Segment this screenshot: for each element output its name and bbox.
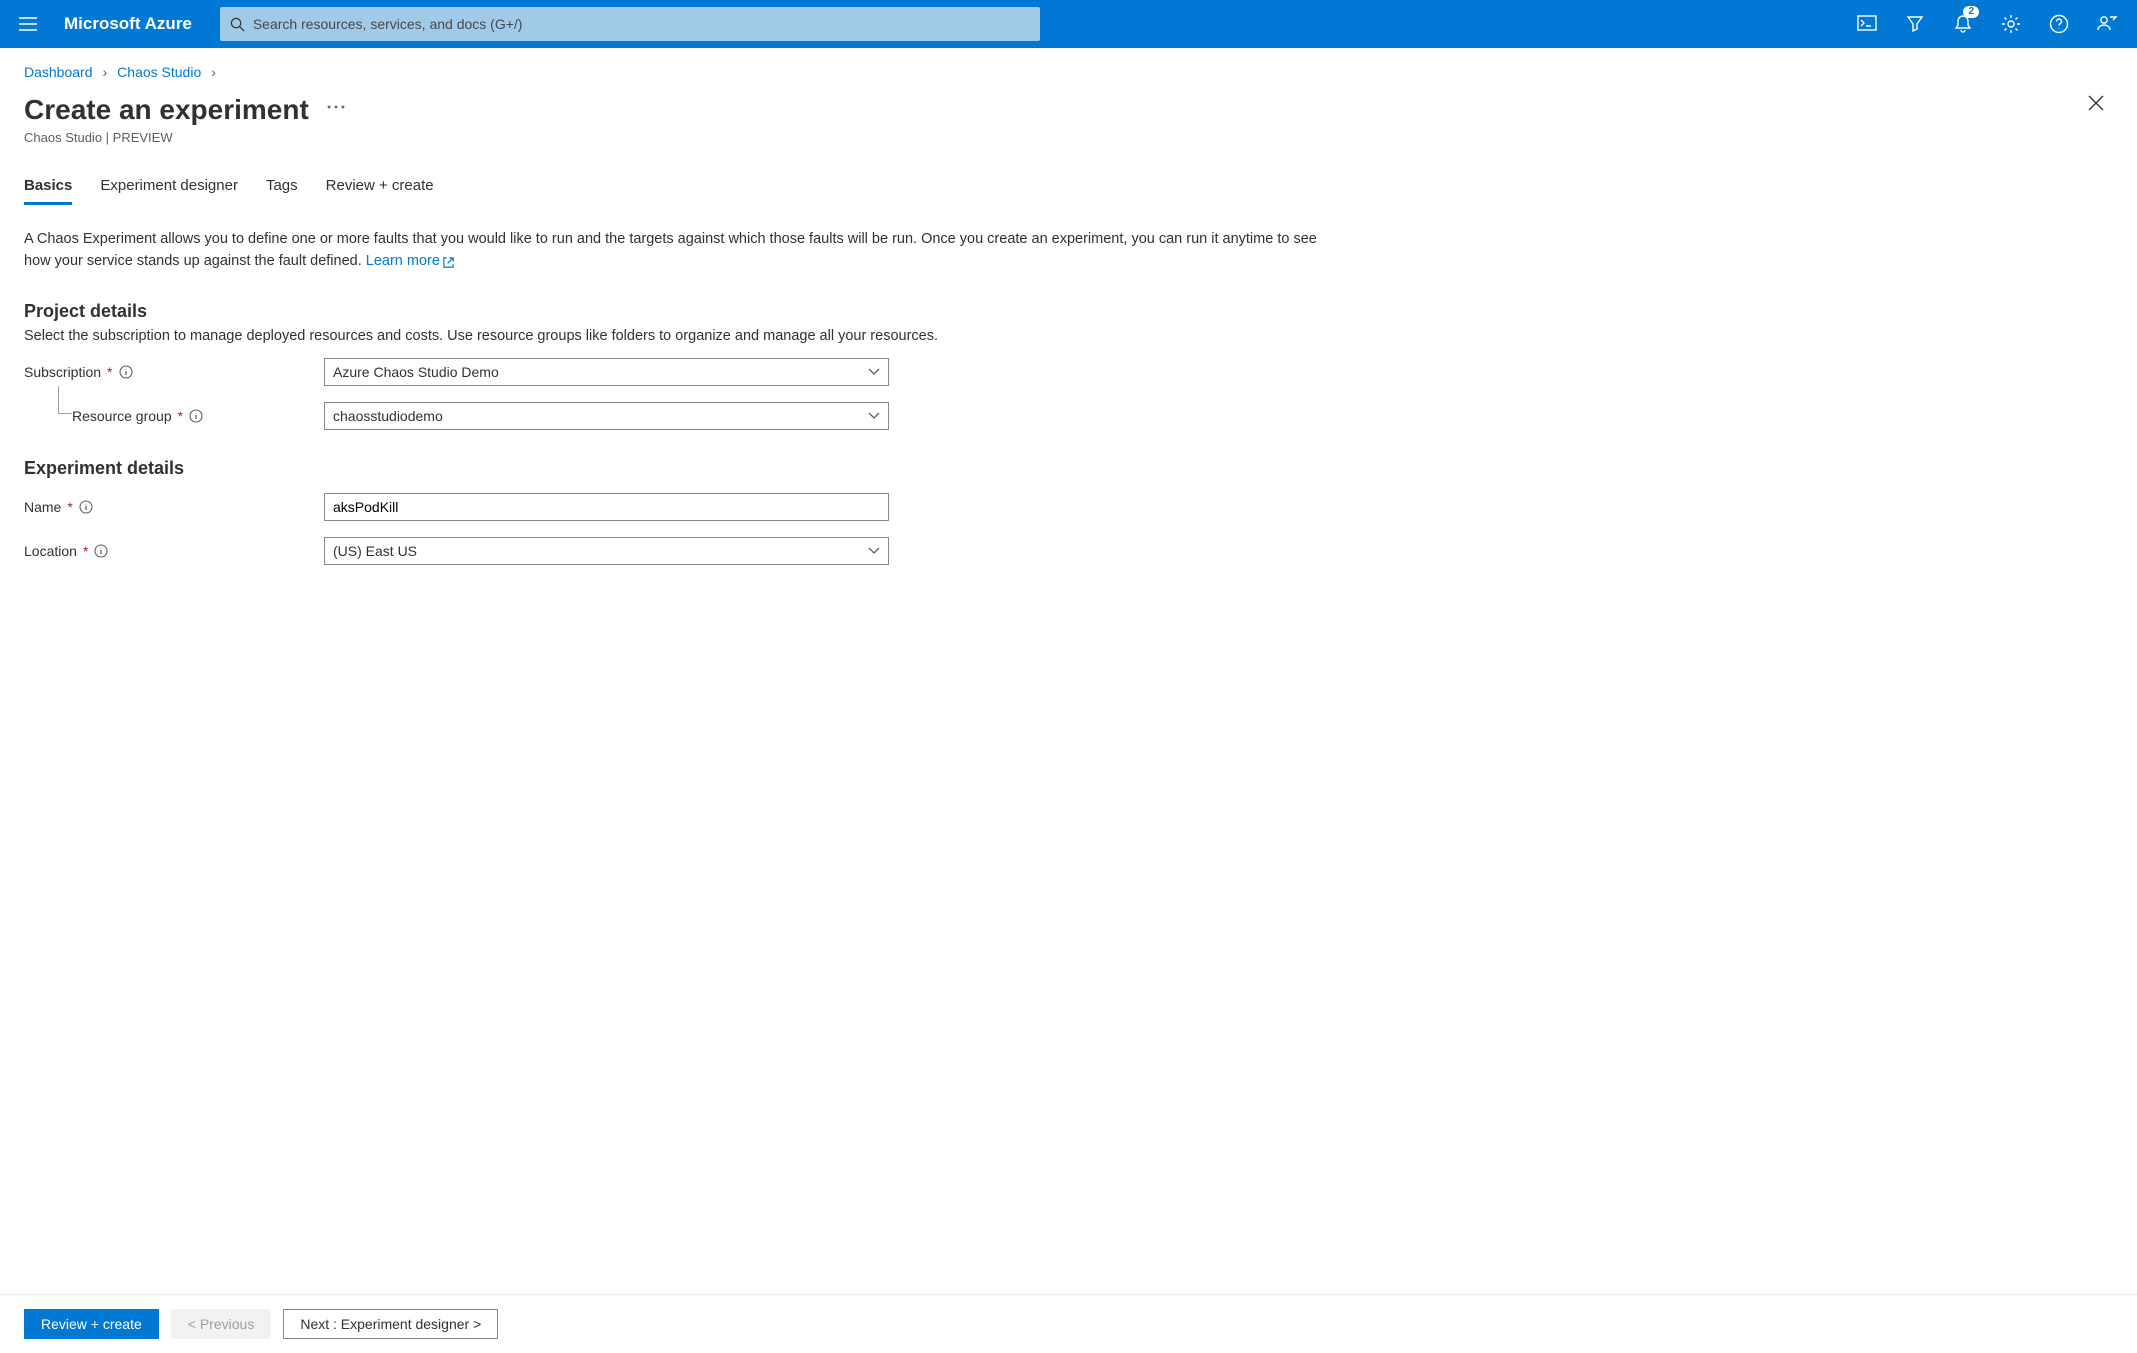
required-indicator: * (67, 499, 72, 515)
tab-basics[interactable]: Basics (24, 177, 72, 205)
settings-gear-icon[interactable] (1989, 2, 2033, 46)
name-label: Name * (24, 499, 324, 515)
experiment-details-heading: Experiment details (24, 458, 1344, 479)
required-indicator: * (107, 364, 112, 380)
notifications-icon[interactable]: 2 (1941, 2, 1985, 46)
chevron-down-icon (868, 368, 880, 376)
cloud-shell-icon[interactable] (1845, 2, 1889, 46)
search-input[interactable] (253, 16, 1030, 32)
tab-tags[interactable]: Tags (266, 177, 298, 205)
help-icon[interactable] (2037, 2, 2081, 46)
info-icon[interactable] (94, 544, 108, 558)
previous-button: < Previous (171, 1309, 272, 1339)
resource-group-dropdown[interactable]: chaosstudiodemo (324, 402, 889, 430)
chevron-down-icon (868, 412, 880, 420)
project-details-heading: Project details (24, 301, 1344, 322)
notification-badge: 2 (1963, 6, 1979, 18)
global-search[interactable] (220, 7, 1040, 41)
location-dropdown[interactable]: (US) East US (324, 537, 889, 565)
subscription-label: Subscription * (24, 364, 324, 380)
directory-filter-icon[interactable] (1893, 2, 1937, 46)
resource-group-label: Resource group * (72, 408, 324, 424)
subscription-dropdown[interactable]: Azure Chaos Studio Demo (324, 358, 889, 386)
tabs: Basics Experiment designer Tags Review +… (24, 177, 2113, 205)
chevron-right-icon: › (211, 64, 216, 80)
breadcrumb-chaos-studio[interactable]: Chaos Studio (117, 64, 201, 80)
resource-group-value: chaosstudiodemo (333, 408, 443, 424)
learn-more-link[interactable]: Learn more (366, 253, 440, 269)
breadcrumb-dashboard[interactable]: Dashboard (24, 64, 93, 80)
more-actions-icon[interactable] (327, 104, 345, 110)
close-icon[interactable] (2087, 94, 2105, 112)
wizard-footer: Review + create < Previous Next : Experi… (0, 1294, 2137, 1353)
name-input[interactable] (333, 499, 880, 515)
basics-description: A Chaos Experiment allows you to define … (24, 229, 1344, 273)
tree-connector (58, 386, 72, 414)
project-details-sub: Select the subscription to manage deploy… (24, 328, 1344, 344)
brand-label[interactable]: Microsoft Azure (64, 14, 192, 34)
subscription-value: Azure Chaos Studio Demo (333, 364, 499, 380)
info-icon[interactable] (119, 365, 133, 379)
page-title: Create an experiment (24, 94, 309, 126)
chevron-right-icon: › (103, 64, 108, 80)
tab-experiment-designer[interactable]: Experiment designer (100, 177, 238, 205)
page-subtitle: Chaos Studio | PREVIEW (24, 130, 309, 145)
required-indicator: * (178, 408, 183, 424)
external-link-icon (442, 256, 455, 269)
chevron-down-icon (868, 547, 880, 555)
location-value: (US) East US (333, 543, 417, 559)
info-icon[interactable] (189, 409, 203, 423)
feedback-icon[interactable] (2085, 2, 2129, 46)
review-create-button[interactable]: Review + create (24, 1309, 159, 1339)
search-icon (230, 17, 245, 32)
hamburger-menu-icon[interactable] (8, 4, 48, 44)
breadcrumb: Dashboard › Chaos Studio › (24, 64, 2113, 80)
tab-review-create[interactable]: Review + create (326, 177, 434, 205)
location-label: Location * (24, 543, 324, 559)
top-navbar: Microsoft Azure 2 (0, 0, 2137, 48)
info-icon[interactable] (79, 500, 93, 514)
next-button[interactable]: Next : Experiment designer > (283, 1309, 498, 1339)
name-input-wrapper (324, 493, 889, 521)
required-indicator: * (83, 543, 88, 559)
